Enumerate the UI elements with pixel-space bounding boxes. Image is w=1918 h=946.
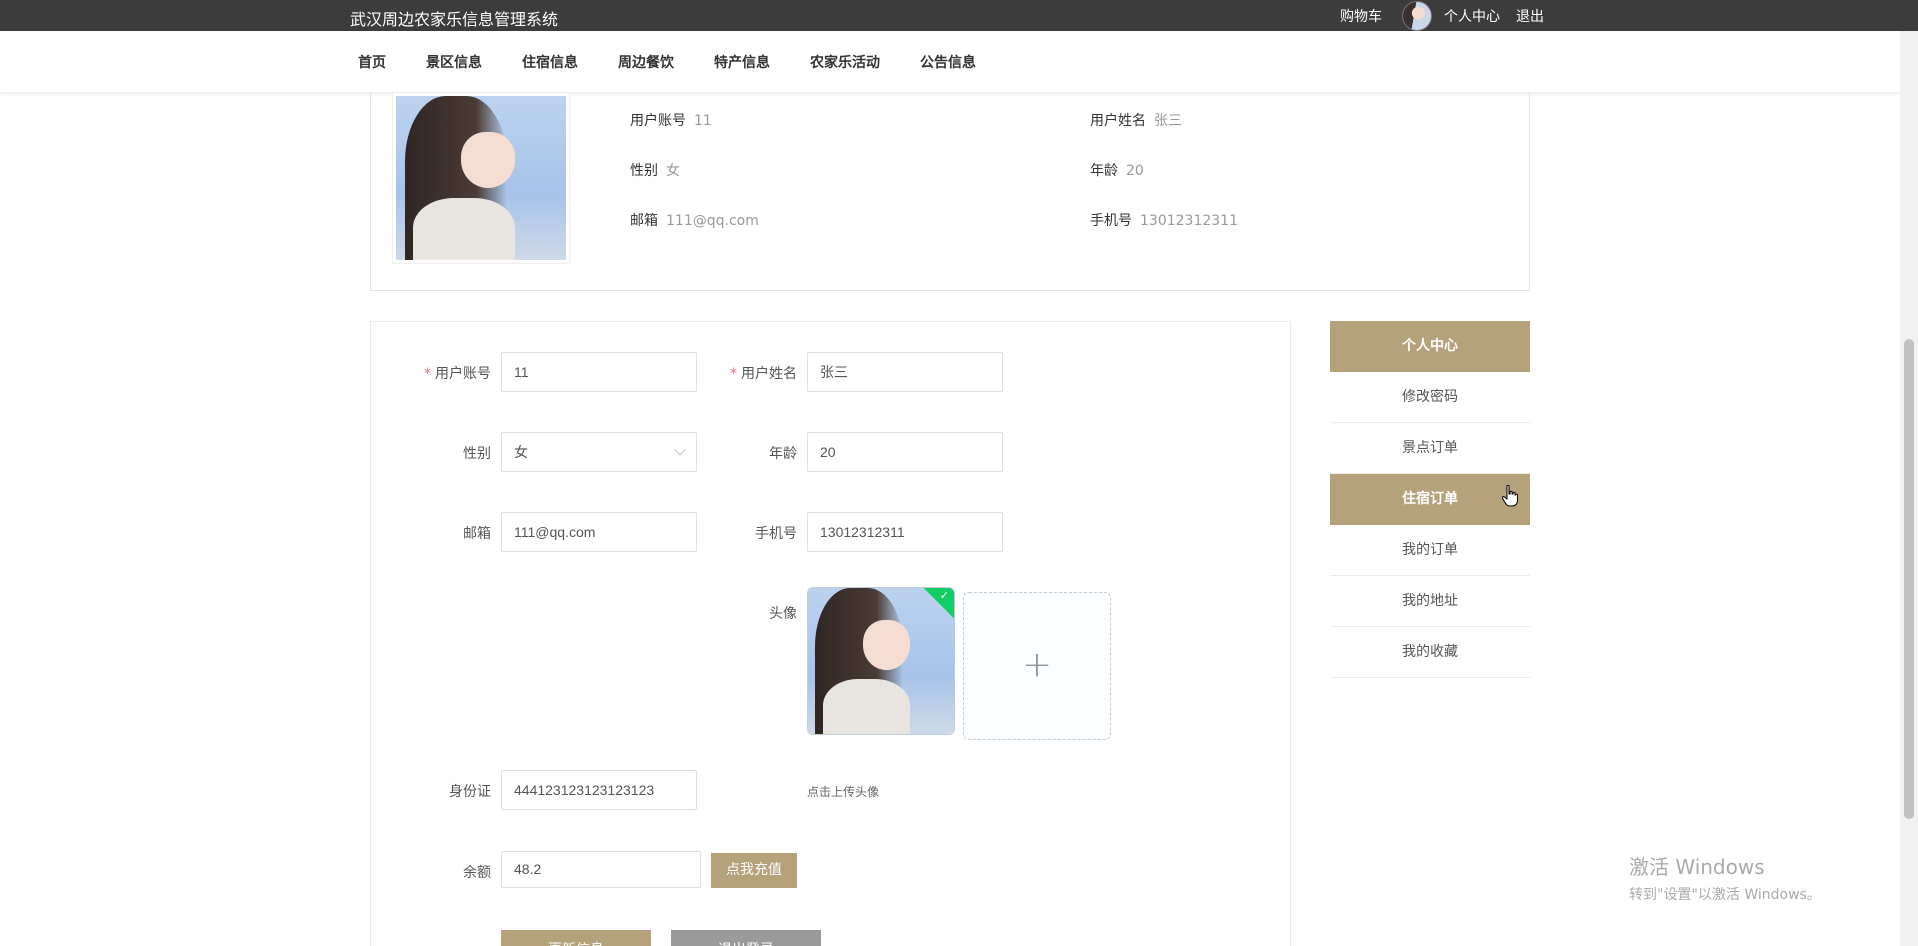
info-phone: 手机号 13012312311 — [1090, 213, 1238, 229]
watermark-line1: 激活 Windows — [1629, 855, 1765, 879]
name-input[interactable]: 张三 — [807, 352, 1003, 392]
nav-item-activities[interactable]: 农家乐活动 — [790, 52, 900, 72]
side-item-my-address[interactable]: 我的地址 — [1330, 576, 1530, 627]
update-info-button[interactable]: 更新信息 — [501, 930, 651, 946]
gender-label: 性别 — [463, 446, 491, 462]
user-center-link[interactable]: 个人中心 — [1444, 6, 1500, 26]
name-label: * 用户姓名 — [730, 366, 797, 382]
idcard-input[interactable]: 444123123123123123 — [501, 770, 697, 810]
avatar-upload-box[interactable]: + — [963, 592, 1111, 740]
uploaded-avatar-thumbnail[interactable]: ✓ — [807, 587, 955, 735]
logout-button[interactable]: 退出登录 — [671, 930, 821, 946]
watermark-line2: 转到"设置"以激活 Windows。 — [1629, 887, 1821, 903]
age-label: 年龄 — [769, 446, 797, 462]
plus-icon: + — [1021, 644, 1053, 686]
info-gender: 性别女 — [630, 163, 680, 179]
nav-item-notices[interactable]: 公告信息 — [900, 52, 996, 72]
avatar-label: 头像 — [769, 606, 797, 622]
email-input[interactable]: 111@qq.com — [501, 512, 697, 552]
side-item-change-password[interactable]: 修改密码 — [1330, 372, 1530, 423]
email-label: 邮箱 — [463, 526, 491, 542]
top-bar: 武汉周边农家乐信息管理系统 购物车 个人中心 退出 — [0, 0, 1918, 31]
top-right-links: 购物车 个人中心 退出 — [1340, 0, 1544, 31]
cart-link[interactable]: 购物车 — [1340, 6, 1382, 26]
site-title: 武汉周边农家乐信息管理系统 — [350, 10, 559, 29]
recharge-button[interactable]: 点我充值 — [711, 853, 797, 888]
main-nav: 首页 景区信息 住宿信息 周边餐饮 特产信息 农家乐活动 公告信息 — [0, 31, 1900, 92]
info-age: 年龄 20 — [1090, 163, 1144, 179]
scrollbar-thumb[interactable] — [1904, 339, 1914, 819]
gender-select[interactable]: 女 — [501, 432, 697, 472]
check-icon: ✓ — [939, 589, 949, 602]
nav-item-dining[interactable]: 周边餐饮 — [598, 52, 694, 72]
page-scrollbar[interactable] — [1900, 31, 1918, 946]
chevron-down-icon — [674, 444, 686, 456]
side-item-my-orders[interactable]: 我的订单 — [1330, 525, 1530, 576]
account-label: * 用户账号 — [424, 366, 491, 382]
side-item-user-center[interactable]: 个人中心 — [1330, 321, 1530, 372]
profile-photo — [392, 92, 570, 264]
upload-hint: 点击上传头像 — [807, 785, 880, 799]
phone-label: 手机号 — [755, 526, 797, 542]
info-name: 用户姓名 张三 — [1090, 113, 1182, 129]
idcard-label: 身份证 — [449, 784, 491, 800]
info-account: 用户账号 11 — [630, 113, 712, 129]
user-side-menu: 个人中心 修改密码 景点订单 住宿订单 我的订单 我的地址 我的收藏 — [1330, 321, 1530, 678]
side-item-lodging-orders[interactable]: 住宿订单 — [1330, 474, 1530, 525]
side-item-my-favorites[interactable]: 我的收藏 — [1330, 627, 1530, 678]
logout-link[interactable]: 退出 — [1516, 6, 1544, 26]
nav-item-home[interactable]: 首页 — [350, 52, 406, 72]
windows-activation-watermark: 激活 Windows 转到"设置"以激活 Windows。 — [1629, 851, 1821, 904]
nav-item-scenic[interactable]: 景区信息 — [406, 52, 502, 72]
age-input[interactable]: 20 — [807, 432, 1003, 472]
balance-input[interactable]: 48.2 — [501, 851, 701, 888]
nav-item-lodging[interactable]: 住宿信息 — [502, 52, 598, 72]
phone-input[interactable]: 13012312311 — [807, 512, 1003, 552]
account-input[interactable]: 11 — [501, 352, 697, 392]
hand-cursor-icon — [1502, 485, 1518, 507]
gender-select-value: 女 — [514, 444, 528, 460]
balance-label: 余额 — [463, 865, 491, 881]
side-item-scenic-orders[interactable]: 景点订单 — [1330, 423, 1530, 474]
info-email: 邮箱 111@qq.com — [630, 213, 759, 229]
nav-item-specialty[interactable]: 特产信息 — [694, 52, 790, 72]
avatar[interactable] — [1402, 0, 1432, 31]
